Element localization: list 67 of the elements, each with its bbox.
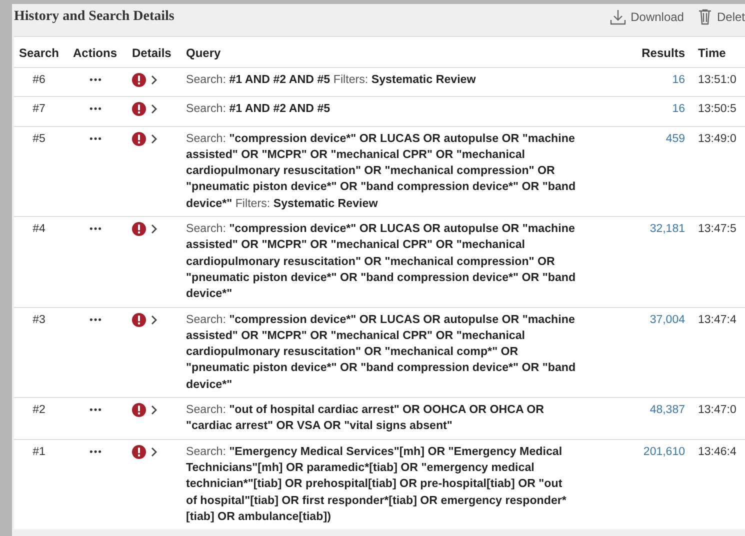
column-header: Time <box>686 39 745 68</box>
time-text: 13:46:4 <box>698 446 736 458</box>
chevron-icon <box>150 404 158 416</box>
details-toggle[interactable] <box>132 403 158 418</box>
results-link[interactable]: 16 <box>672 103 685 116</box>
alert-icon <box>132 73 146 87</box>
alert-icon <box>132 444 146 459</box>
actions-button[interactable]: ••• <box>88 406 102 416</box>
search-number: #1 <box>32 446 46 458</box>
results-link[interactable]: 37,004 <box>650 314 685 326</box>
search-number: #3 <box>32 314 46 326</box>
chevron-icon <box>150 132 158 145</box>
search-number: #5 <box>32 132 46 145</box>
alert-icon <box>132 312 146 327</box>
results-link[interactable]: 16 <box>672 74 685 86</box>
chevron-icon <box>150 314 158 326</box>
time-text: 13:49:0 <box>698 132 736 145</box>
time-text: 13:50:5 <box>698 103 736 116</box>
time-text: 13:47:4 <box>698 314 736 326</box>
column-header: Results <box>586 39 686 68</box>
actions-button[interactable]: ••• <box>88 448 102 458</box>
actions-button[interactable]: ••• <box>88 316 102 326</box>
panel-title: History and Search Details <box>14 9 174 25</box>
query-text: Search: "Emergency Medical Services"[mh] OR "Emergency Medical Technicians"[mh] OR paramedic*[tiab] OR "emergency medical technician*"[tiab] OR prehospital[tiab] OR pre-hospital[tiab] OR "out of hospital"[tiab] OR first responder*[tiab] OR emergency responder* [tiab] OR ambulance[tiab]) <box>186 444 568 525</box>
query-text: Search: #1 AND #2 AND #5 <box>186 101 332 118</box>
search-number: #7 <box>32 103 46 116</box>
query-text: Search: "compression device*" OR LUCAS OR autopulse OR "machine assisted" OR "MCPR" OR "mechanical CPR" OR "mechanical cardiopulmonary resuscitation" OR "mechanical compression" OR "pneumatic piston device*" OR "band compression device*" OR "band device*" <box>186 221 576 302</box>
results-link[interactable]: 32,181 <box>650 223 685 236</box>
results-link[interactable]: 48,387 <box>650 404 685 416</box>
time-text: 13:47:5 <box>698 223 736 236</box>
details-toggle[interactable] <box>132 73 158 87</box>
column-header: Actions <box>64 39 126 68</box>
delete-button[interactable]: Delet <box>698 9 745 25</box>
query-text: Search: #1 AND #2 AND #5 Filters: Systematic Review <box>186 72 477 88</box>
details-toggle[interactable] <box>132 312 158 327</box>
time-text: 13:47:0 <box>698 404 736 416</box>
query-text: Search: "out of hospital cardiac arrest" OR OOHCA OR OHCA OR "cardiac arrest" OR VSA OR "vital signs absent" <box>186 402 546 434</box>
column-header: Details <box>126 39 174 68</box>
actions-button[interactable]: ••• <box>88 76 102 86</box>
query-text: Search: "compression device*" OR LUCAS OR autopulse OR "machine assisted" OR "MCPR" OR "mechanical CPR" OR "mechanical cardiopulmonary resuscitation" OR "mechanical compression" OR "pneumatic piston device*" OR "band compression device*" OR "band device*" Filters: Systematic Review <box>186 130 576 212</box>
details-toggle[interactable] <box>132 444 158 459</box>
actions-button[interactable]: ••• <box>88 134 102 145</box>
chevron-icon <box>150 74 158 86</box>
column-header: Search <box>14 39 64 68</box>
time-text: 13:51:0 <box>698 74 736 86</box>
search-number: #6 <box>32 74 46 86</box>
search-number: #4 <box>32 223 46 236</box>
download-button[interactable]: Download <box>610 9 684 25</box>
chevron-icon <box>150 223 158 236</box>
results-link[interactable]: 459 <box>666 132 685 145</box>
chevron-icon <box>150 103 158 116</box>
search-number: #2 <box>32 404 46 416</box>
details-toggle[interactable] <box>132 132 158 146</box>
actions-button[interactable]: ••• <box>88 225 102 236</box>
alert-icon <box>132 132 146 146</box>
trash-icon <box>698 9 712 25</box>
chevron-icon <box>150 446 158 458</box>
alert-icon <box>132 222 146 236</box>
actions-button[interactable]: ••• <box>88 105 102 116</box>
results-link[interactable]: 201,610 <box>643 446 685 458</box>
query-text: Search: "compression device*" OR LUCAS OR autopulse OR "machine assisted" OR "MCPR" OR "mechanical CPR" OR "mechanical cardiopulmonary resuscitation" OR "mechanical comp*" OR "pneumatic piston device*" OR "band compression device*" OR "band device*" <box>186 312 576 393</box>
column-header: Query <box>174 39 586 68</box>
alert-icon <box>132 102 146 116</box>
alert-icon <box>132 403 146 418</box>
details-toggle[interactable] <box>132 102 158 116</box>
download-icon <box>610 9 626 25</box>
details-toggle[interactable] <box>132 222 158 236</box>
